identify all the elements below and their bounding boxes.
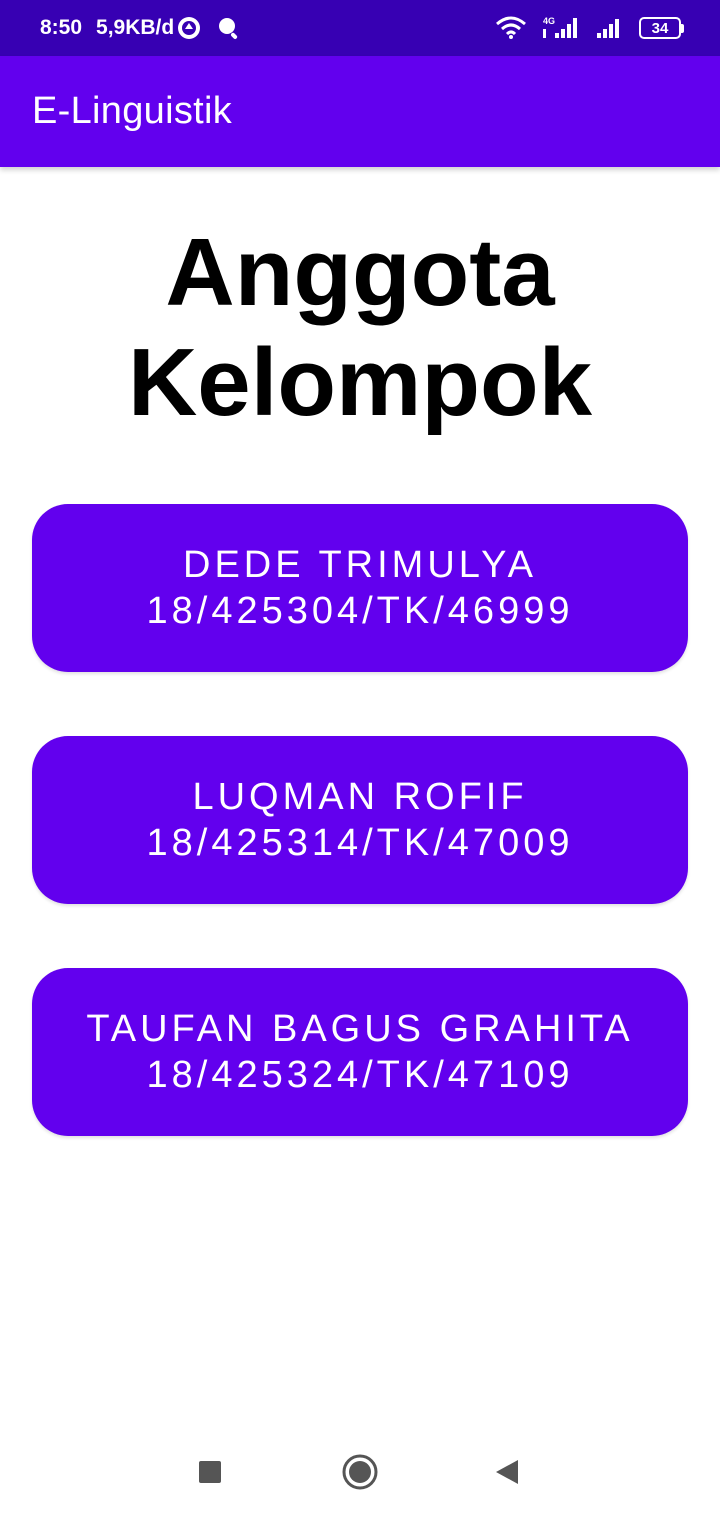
recents-icon[interactable] <box>190 1452 230 1492</box>
screen: 8:50 5,9KB/d 4G 34 E-Linguistik Anggota … <box>0 0 720 1520</box>
member-nim: 18/425304/TK/46999 <box>146 590 574 632</box>
home-icon[interactable] <box>340 1452 380 1492</box>
app-title: E-Linguistik <box>32 90 233 132</box>
heading-line-2: Kelompok <box>127 329 593 436</box>
wifi-icon <box>495 16 527 40</box>
signal-icon <box>595 16 625 40</box>
battery-icon: 34 <box>639 17 684 39</box>
heading-line-1: Anggota <box>165 219 555 326</box>
status-time: 8:50 <box>40 16 83 39</box>
page-heading: Anggota Kelompok <box>0 218 720 438</box>
member-button-luqman-rofif[interactable]: LUQMAN ROFIF 18/425314/TK/47009 <box>32 736 688 904</box>
signal-4g-icon: 4G <box>541 15 581 41</box>
member-nim: 18/425324/TK/47109 <box>146 1054 574 1096</box>
member-button-dede-trimulya[interactable]: DEDE TRIMULYA 18/425304/TK/46999 <box>32 504 688 672</box>
app-bar: E-Linguistik <box>0 56 720 167</box>
battery-level: 34 <box>639 17 681 39</box>
app-notification-icon <box>176 15 202 41</box>
member-nim: 18/425314/TK/47009 <box>146 822 574 864</box>
member-name: LUQMAN ROFIF <box>192 776 528 818</box>
navigation-bar <box>0 1420 720 1520</box>
status-bar-right: 4G 34 <box>495 15 684 41</box>
svg-text:4G: 4G <box>543 16 555 26</box>
back-icon[interactable] <box>487 1452 527 1492</box>
member-name: TAUFAN BAGUS GRAHITA <box>86 1008 634 1050</box>
search-notification-icon <box>216 15 242 41</box>
status-bar-left: 8:50 5,9KB/d <box>40 15 242 41</box>
network-speed: 5,9KB/d <box>96 16 175 39</box>
member-name: DEDE TRIMULYA <box>183 544 537 586</box>
status-bar: 8:50 5,9KB/d 4G 34 <box>0 0 720 56</box>
member-button-taufan-bagus-grahita[interactable]: TAUFAN BAGUS GRAHITA 18/425324/TK/47109 <box>32 968 688 1136</box>
